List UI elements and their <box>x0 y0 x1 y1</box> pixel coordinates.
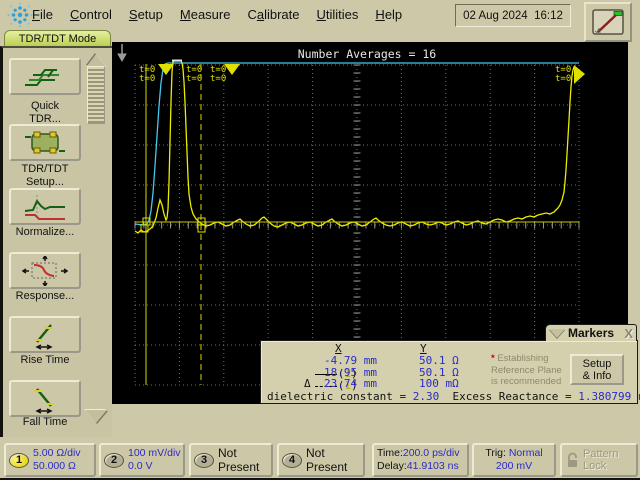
timebase-button[interactable]: Time:200.0 ps/divDelay:41.9103 ns <box>372 443 469 477</box>
tdr-tdt-setup-icon <box>23 129 67 157</box>
channel2-badge: 2 <box>104 453 124 468</box>
normalize-icon <box>23 193 67 221</box>
agilent-spark-logo <box>5 2 35 28</box>
quick-tdr-icon <box>23 64 67 90</box>
close-icon[interactable]: X <box>624 326 633 341</box>
sidebar-toolbar: QuickTDR... TDR/TDTSetup... Normalize <box>0 46 112 437</box>
fall-time-button[interactable] <box>9 380 81 417</box>
trigger-button[interactable]: Trig: Normal200 mV <box>472 443 556 477</box>
normalize-label: Normalize... <box>3 226 87 239</box>
delta-symbol: Δ <box>304 377 311 390</box>
tab-tdr-tdt-mode[interactable]: TDR/TDT Mode <box>4 30 111 46</box>
setup-info-button[interactable]: Setup& Info <box>570 354 624 385</box>
tdr-tdt-setup-button[interactable] <box>9 124 81 161</box>
menu-measure[interactable]: Measure <box>180 7 231 22</box>
menu-bar: File Control Setup Measure Calibrate Uti… <box>0 0 640 30</box>
delta-y-value: 100 mΩ <box>419 377 459 390</box>
reference-arrow-icon <box>118 44 126 61</box>
application-window: File Control Setup Measure Calibrate Uti… <box>0 0 640 478</box>
markers-panel: X Y (1) -4.79 mm 50.1 Ω (1) 18.95 mm 50.… <box>260 340 638 404</box>
trace-marker-triangle[interactable] <box>224 64 240 75</box>
fall-time-label: Fall Time <box>3 416 87 429</box>
markers-tab-label: Markers <box>568 326 614 340</box>
menu-utilities[interactable]: Utilities <box>317 7 359 22</box>
sidebar-scrollbar[interactable] <box>85 50 107 436</box>
rise-time-label: Rise Time <box>3 354 87 367</box>
quick-tdr-label: QuickTDR... <box>3 100 87 126</box>
averages-readout: Number Averages = 16 <box>298 47 437 61</box>
t0-label: t=0 <box>186 74 202 84</box>
response-icon <box>22 256 68 286</box>
quick-tdr-button[interactable] <box>9 58 81 95</box>
pattern-lock-button[interactable]: PatternLock <box>560 443 638 477</box>
channel3-button[interactable]: 3 Not Present <box>189 443 273 477</box>
menu-calibrate[interactable]: Calibrate <box>247 7 299 22</box>
rise-time-icon <box>25 320 65 350</box>
channel1-badge: 1 <box>9 453 29 468</box>
dielectric-readout: dielectric constant = 2.30 Excess Reacta… <box>267 390 640 403</box>
response-button[interactable] <box>9 252 81 289</box>
response-label: Response... <box>3 290 87 303</box>
tdr-tdt-setup-label: TDR/TDTSetup... <box>3 163 87 189</box>
delta-x-value: 23.74 mm <box>324 377 377 390</box>
scroll-down-icon[interactable] <box>85 410 107 423</box>
menu-help[interactable]: Help <box>375 7 402 22</box>
menu-setup[interactable]: Setup <box>129 7 163 22</box>
scroll-up-icon[interactable] <box>87 54 105 66</box>
markers-tab[interactable]: Markers X <box>545 324 637 341</box>
touchscreen-button[interactable] <box>584 2 632 42</box>
collapse-triangle-icon[interactable] <box>549 329 565 338</box>
channel2-button[interactable]: 2 100 mV/div0.0 V <box>99 443 185 477</box>
channel3-badge: 3 <box>194 453 214 468</box>
t0-label: t=0 <box>139 74 155 84</box>
lock-icon <box>565 452 580 469</box>
normalize-button[interactable] <box>9 188 81 225</box>
channel4-badge: 4 <box>282 453 302 468</box>
channel1-button[interactable]: 1 5.00 Ω/div50.000 Ω <box>4 443 96 477</box>
t0-label: t=0 <box>210 74 226 84</box>
menu-control[interactable]: Control <box>70 7 112 22</box>
menu-file[interactable]: File <box>32 7 53 22</box>
touchscreen-icon <box>590 7 626 37</box>
channel4-button[interactable]: 4 Not Present <box>277 443 365 477</box>
datetime-display: 02 Aug 2024 16:12 <box>455 4 571 27</box>
fall-time-icon <box>25 384 65 414</box>
reference-plane-warning: * Establishing Reference Plane is recomm… <box>491 353 571 388</box>
scrollbar-thumb[interactable] <box>87 66 105 124</box>
t0-label: t=0 <box>555 74 571 84</box>
rise-time-button[interactable] <box>9 316 81 353</box>
